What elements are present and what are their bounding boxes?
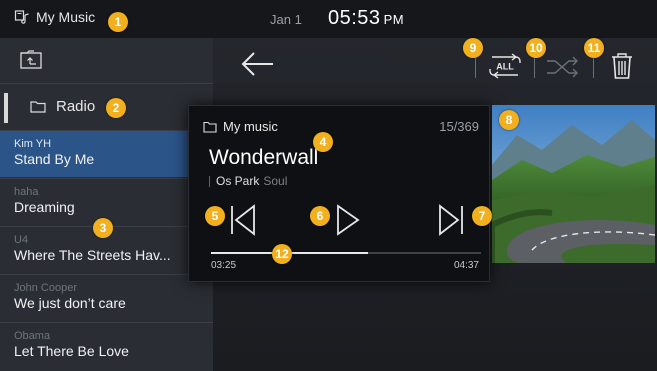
- repeat-mode-label: ALL: [496, 62, 514, 72]
- status-clock: 05:53 PM: [328, 7, 404, 30]
- callout-badge: 12: [272, 244, 292, 264]
- track-artist: John Cooper: [14, 282, 77, 294]
- radio-label: Radio: [56, 98, 96, 115]
- elapsed-time: 03:25: [211, 260, 237, 271]
- folder-up-icon[interactable]: [20, 50, 42, 70]
- callout-badge: 9: [463, 38, 483, 58]
- status-date: Jan 1: [270, 12, 302, 27]
- track-artist: haha: [14, 186, 39, 198]
- track-title: Where The Streets Hav...: [14, 247, 171, 263]
- track-item-let-there-be-love[interactable]: Obama Let There Be Love: [0, 323, 213, 369]
- usb-music-icon: [14, 10, 29, 24]
- status-bar: My Music Jan 1 05:53 PM: [0, 0, 657, 38]
- track-artist: Kim YH: [14, 138, 52, 150]
- back-arrow-icon[interactable]: [240, 50, 276, 78]
- repeat-all-icon[interactable]: ALL: [486, 53, 524, 79]
- song-meta: Os Park Soul: [209, 174, 287, 188]
- track-item-stand-by-me[interactable]: Kim YH Stand By Me: [0, 131, 213, 177]
- folder-icon: [203, 121, 217, 133]
- total-time: 04:37: [453, 260, 479, 271]
- callout-badge: 11: [584, 38, 604, 58]
- play-icon[interactable]: [335, 204, 361, 236]
- song-title: Wonderwall: [209, 146, 319, 169]
- previous-track-icon[interactable]: [229, 204, 257, 236]
- track-counter: 15/369: [439, 119, 479, 134]
- progress-bar[interactable]: [211, 252, 481, 254]
- track-item-we-just-dont-care[interactable]: John Cooper We just don’t care: [0, 275, 213, 321]
- shuffle-icon[interactable]: [545, 56, 581, 78]
- track-title: Let There Be Love: [14, 343, 129, 359]
- folder-label: My music: [223, 119, 278, 134]
- callout-badge: 6: [310, 206, 330, 226]
- trash-icon[interactable]: [610, 52, 634, 80]
- now-playing-card: My music 15/369 Wonderwall Os Park Soul …: [188, 105, 490, 282]
- callout-badge: 7: [472, 206, 492, 226]
- callout-badge: 3: [93, 218, 113, 238]
- card-folder[interactable]: My music: [203, 119, 278, 134]
- track-artist: U4: [14, 234, 29, 246]
- meta-marker: [209, 175, 210, 187]
- status-time: 05:53: [328, 7, 381, 29]
- folder-icon: [30, 101, 46, 113]
- track-title: Stand By Me: [14, 151, 95, 167]
- song-genre: Soul: [263, 174, 288, 188]
- callout-badge: 5: [205, 206, 225, 226]
- source-indicator[interactable]: My Music: [14, 9, 95, 25]
- track-artist: Obama: [14, 330, 51, 342]
- sidebar-item-radio[interactable]: Radio: [30, 98, 95, 115]
- status-ampm: PM: [383, 12, 405, 27]
- callout-badge: 2: [106, 98, 126, 118]
- album-art: [492, 105, 655, 263]
- track-title: Dreaming: [14, 199, 75, 215]
- song-artist: Os Park: [216, 174, 260, 188]
- callout-badge: 8: [499, 110, 519, 130]
- track-title: We just don’t care: [14, 295, 126, 311]
- source-label: My Music: [36, 9, 96, 25]
- next-track-icon[interactable]: [437, 204, 465, 236]
- scroll-indicator[interactable]: [4, 93, 8, 123]
- sidebar: Radio Kim YH Stand By Me haha Dreaming U…: [0, 38, 213, 371]
- divider: [0, 83, 213, 84]
- callout-badge: 10: [526, 38, 546, 58]
- callout-badge: 4: [313, 132, 333, 152]
- callout-badge: 1: [108, 12, 128, 32]
